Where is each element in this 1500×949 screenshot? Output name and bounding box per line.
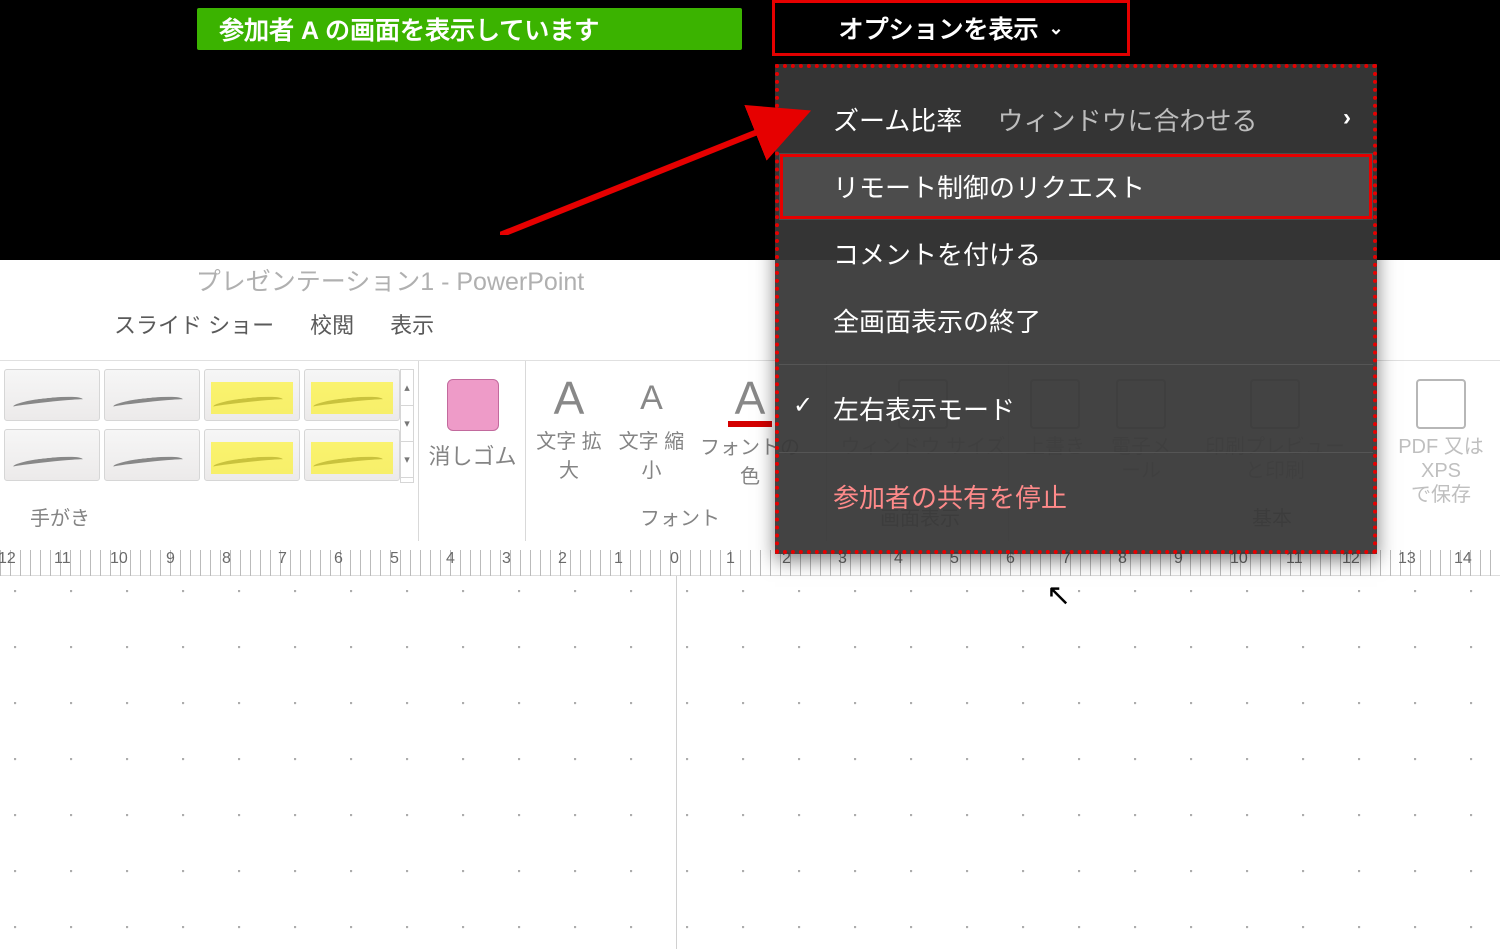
ruler-number: 3 [502, 550, 511, 568]
menu-annotate[interactable]: コメントを付ける [779, 220, 1373, 287]
pen-style[interactable] [304, 369, 400, 421]
ruler-number: 10 [110, 550, 128, 568]
pen-style[interactable] [4, 369, 100, 421]
view-options-menu: ズーム比率 ウィンドウに合わせる › リモート制御のリクエスト コメントを付ける… [775, 64, 1377, 554]
ruler-number: 14 [1454, 550, 1472, 568]
font-enlarge-button[interactable]: A 文字 拡大 [530, 375, 608, 483]
powerpoint-titlebar: プレゼンテーション1 - PowerPoint [0, 260, 780, 304]
ruler-number: 8 [222, 550, 231, 568]
ruler-number: 11 [54, 550, 71, 568]
ruler-number: 0 [670, 550, 679, 568]
ruler-number: 9 [166, 550, 175, 568]
tab-review[interactable]: 校閲 [310, 308, 354, 340]
ruler-number: 12 [0, 550, 16, 568]
pdf-icon [1416, 379, 1466, 429]
menu-zoom-ratio[interactable]: ズーム比率 ウィンドウに合わせる › [779, 86, 1373, 153]
mouse-cursor-icon: ↖ [1046, 578, 1071, 613]
font-shrink-label: 文字 縮小 [612, 425, 690, 483]
pen-gallery-more[interactable]: ▴▾▾ [400, 369, 414, 483]
ribbon-separator [525, 361, 526, 541]
ruler-number: 1 [726, 550, 735, 568]
slide-canvas[interactable] [0, 576, 1500, 949]
view-options-label: オプションを表示 [838, 10, 1038, 46]
menu-request-remote-control[interactable]: リモート制御のリクエスト [779, 153, 1373, 220]
chevron-down-icon: ⌄ [1048, 18, 1063, 39]
ruler-number: 7 [278, 550, 287, 568]
eraser-label: 消しゴム [420, 439, 525, 471]
ribbon-tabs: スライド ショー 校閲 表示 [0, 304, 780, 344]
pen-style[interactable] [204, 369, 300, 421]
group-label-handwriting: 手がき [30, 502, 90, 531]
ruler-number: 5 [390, 550, 399, 568]
viewing-label: 参加者 A の画面を表示しています [219, 11, 599, 47]
annotation-arrow [500, 105, 820, 235]
menu-stop-share-label: 参加者の共有を停止 [833, 483, 1067, 513]
tab-view[interactable]: 表示 [390, 308, 434, 340]
pen-style[interactable] [104, 429, 200, 481]
menu-side-by-side-label: 左右表示モード [833, 395, 1015, 425]
letter-a-small-icon: A [640, 379, 663, 417]
pen-style[interactable] [204, 429, 300, 481]
font-group: A 文字 拡大 A 文字 縮小 A フォントの色 フォント [530, 361, 790, 541]
ruler-number: 4 [446, 550, 455, 568]
pen-style[interactable] [304, 429, 400, 481]
menu-annotate-label: コメントを付ける [833, 240, 1041, 270]
slide-grid [0, 576, 1500, 949]
pen-gallery[interactable]: ▴▾▾ 手がき [0, 361, 415, 541]
font-enlarge-label: 文字 拡大 [530, 425, 608, 483]
menu-zoom-label: ズーム比率 [833, 106, 962, 136]
letter-a-big-icon: A [554, 372, 585, 424]
menu-exit-fullscreen-label: 全画面表示の終了 [833, 307, 1041, 337]
eraser-icon [447, 379, 499, 431]
pen-style[interactable] [104, 369, 200, 421]
menu-stop-share[interactable]: 参加者の共有を停止 [779, 463, 1373, 530]
pen-style[interactable] [4, 429, 100, 481]
slide-center-guide [676, 576, 677, 949]
menu-zoom-value: ウィンドウに合わせる [997, 106, 1257, 136]
ruler-number: 1 [614, 550, 623, 568]
chevron-right-icon: › [1343, 104, 1351, 132]
viewing-indicator: 参加者 A の画面を表示しています [197, 8, 742, 50]
pdf-xps-label: PDF 又は XPS で保存 [1382, 435, 1500, 507]
menu-divider [779, 452, 1373, 453]
menu-divider [779, 364, 1373, 365]
ribbon-separator [418, 361, 419, 541]
eraser-button[interactable]: 消しゴム [420, 361, 525, 541]
tab-slideshow[interactable]: スライド ショー [114, 308, 274, 340]
pdf-xps-button[interactable]: PDF 又は XPS で保存 [1382, 361, 1500, 541]
menu-side-by-side[interactable]: ✓ 左右表示モード [779, 375, 1373, 442]
group-label-font: フォント [640, 502, 720, 531]
ruler-number: 2 [558, 550, 567, 568]
check-icon: ✓ [793, 391, 813, 420]
menu-request-remote-control-label: リモート制御のリクエスト [833, 173, 1145, 203]
font-shrink-button[interactable]: A 文字 縮小 [612, 375, 690, 483]
view-options-button[interactable]: オプションを表示 ⌄ [772, 0, 1130, 56]
ruler-number: 13 [1398, 550, 1416, 568]
menu-exit-fullscreen[interactable]: 全画面表示の終了 [779, 287, 1373, 354]
ruler-number: 6 [334, 550, 343, 568]
